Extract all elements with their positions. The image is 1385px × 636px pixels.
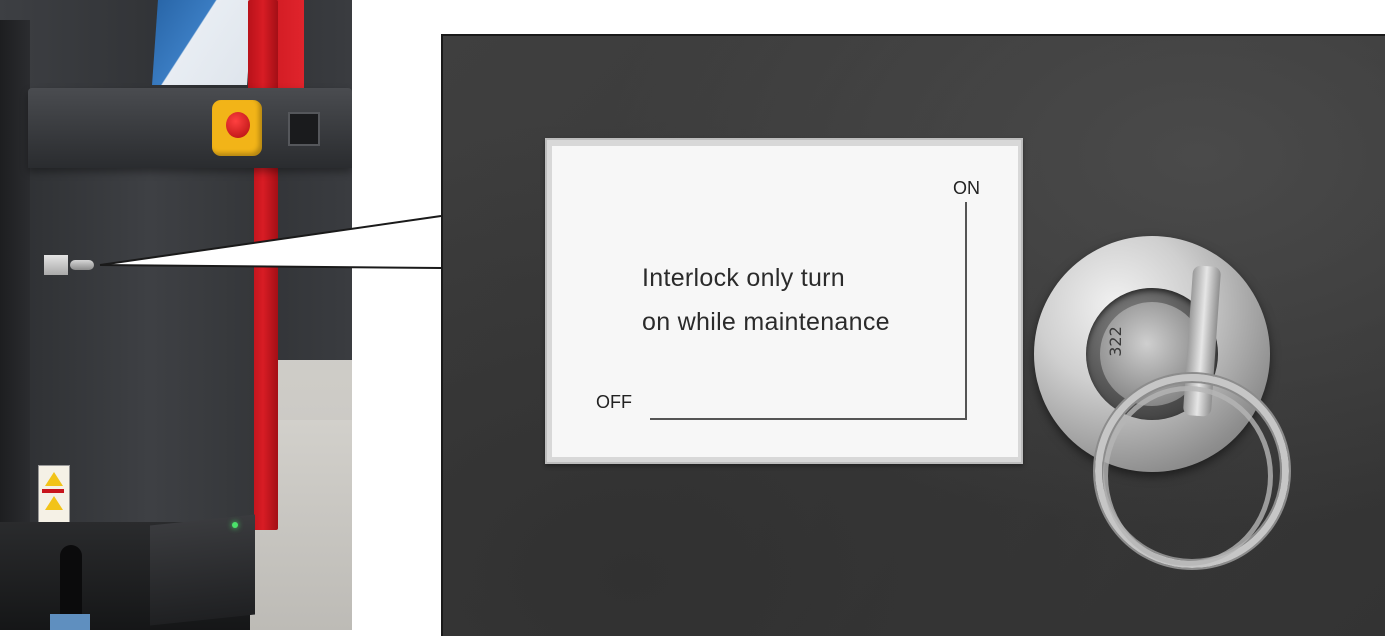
emergency-stop-button	[226, 112, 250, 138]
warning-red-strip	[42, 489, 64, 493]
on-position-label: ON	[953, 178, 980, 198]
key-ring-inner	[1103, 386, 1273, 566]
keyswitch-plate	[44, 255, 68, 275]
interlock-message: Interlock only turn on while maintenance	[642, 256, 972, 344]
machine-overview-photo	[0, 0, 352, 630]
message-line-1: Interlock only turn	[642, 264, 846, 292]
interlock-label: ON Interlock only turn on while maintena…	[552, 146, 1018, 457]
warning-sign-icon	[38, 465, 70, 525]
keyswitch-icon	[44, 255, 96, 275]
warning-triangle-bottom	[45, 496, 63, 510]
blue-carton	[152, 0, 253, 85]
status-led	[232, 522, 238, 528]
lock-number: 322	[1105, 326, 1125, 357]
blue-pipe	[50, 614, 90, 630]
top-slot	[288, 112, 320, 146]
interlock-label-plate: ON Interlock only turn on while maintena…	[545, 138, 1023, 464]
message-line-2: on while maintenance	[642, 308, 890, 336]
switch-indicator-horizontal	[650, 418, 967, 420]
off-position-label: OFF	[596, 392, 632, 412]
keyswitch-knob	[70, 260, 94, 270]
interlock-closeup-photo: ON Interlock only turn on while maintena…	[441, 34, 1385, 636]
warning-triangle-top	[45, 472, 63, 486]
tool-holder	[150, 514, 255, 626]
